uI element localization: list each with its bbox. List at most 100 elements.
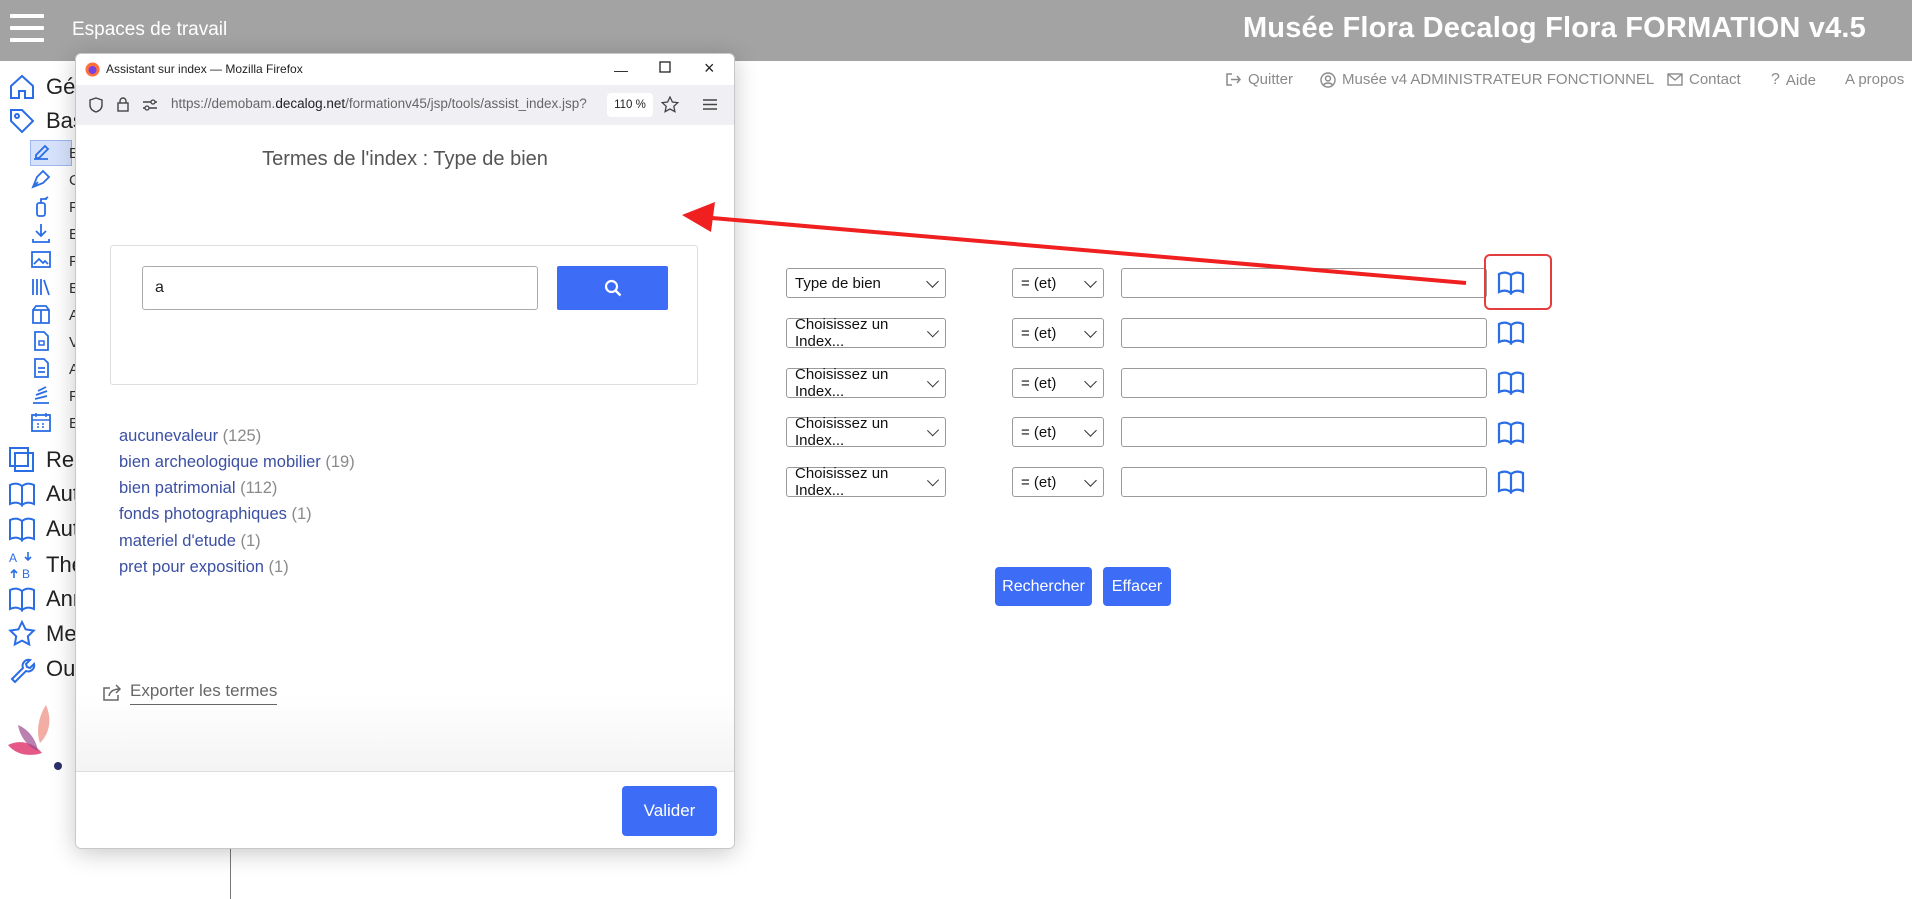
calendar-icon <box>31 413 51 432</box>
term-label: pret pour exposition <box>119 558 264 576</box>
sidebar-subitem-2[interactable] <box>30 168 56 190</box>
index-select-4[interactable]: Choisissez un Index... <box>786 415 946 449</box>
user-link[interactable]: Musée v4 ADMINISTRATEUR FONCTIONNEL <box>1320 71 1654 88</box>
sidebar-subitem-4[interactable] <box>30 222 56 244</box>
sidebar-subitem-9[interactable] <box>30 357 56 379</box>
url-text[interactable]: https://demobam.decalog.net/formationv45… <box>171 96 587 111</box>
index-assistant-button-5[interactable] <box>1497 470 1525 499</box>
index-assistant-window: Assistant sur index — Mozilla Firefox — … <box>75 53 735 849</box>
help-link[interactable]: ? Aide <box>1771 71 1816 89</box>
operator-select-2[interactable]: = (et) <box>1012 318 1104 348</box>
sidebar-item-tools[interactable]: Out <box>8 655 81 683</box>
workspaces-link[interactable]: Espaces de travail <box>72 19 227 41</box>
index-select-1[interactable]: Type de bien <box>786 268 946 298</box>
index-select-5[interactable]: Choisissez un Index... <box>786 465 946 499</box>
tag-icon <box>10 109 35 134</box>
contact-label: Contact <box>1689 71 1741 88</box>
operator-select-1[interactable]: = (et) <box>1012 268 1104 298</box>
footer-fade <box>76 694 734 771</box>
book-icon <box>1497 470 1525 495</box>
pen-icon <box>31 169 51 189</box>
term-link[interactable]: materiel d'etude (1) <box>119 532 261 551</box>
term-label: fonds photographiques <box>119 505 287 523</box>
term-link[interactable]: bien archeologique mobilier (19) <box>119 453 355 472</box>
index-assistant-button-4[interactable] <box>1497 421 1525 450</box>
value-field-1[interactable] <box>1121 268 1487 298</box>
logout-icon <box>1226 73 1241 86</box>
term-link[interactable]: bien patrimonial (112) <box>119 479 277 498</box>
registers-icon <box>9 447 34 472</box>
download-icon <box>32 224 50 243</box>
contact-link[interactable]: Contact <box>1667 71 1741 88</box>
image-icon <box>31 251 51 268</box>
term-link[interactable]: fonds photographiques (1) <box>119 505 312 524</box>
sidebar-subitem-3[interactable] <box>30 195 56 217</box>
chevron-down-icon <box>1084 473 1097 487</box>
index-select-value: Choisissez un Index... <box>795 366 889 400</box>
export-terms-link[interactable]: Exporter les termes <box>102 681 278 705</box>
export-icon <box>103 684 122 701</box>
sidebar-subitem-1[interactable] <box>30 141 56 163</box>
operator-select-value: = (et) <box>1021 374 1057 392</box>
minimize-icon[interactable]: — <box>614 62 628 78</box>
sidebar-subitem-6[interactable] <box>30 276 56 298</box>
term-link[interactable]: pret pour exposition (1) <box>119 558 289 577</box>
operator-select-4[interactable]: = (et) <box>1012 417 1104 447</box>
quit-label: Quitter <box>1248 71 1294 88</box>
sidebar-item-thesaurus[interactable]: A B The <box>8 550 84 580</box>
menu-icon[interactable] <box>703 99 717 110</box>
zoom-indicator[interactable]: 110 % <box>607 93 653 117</box>
book-icon <box>9 517 35 542</box>
video-file-icon <box>34 331 49 351</box>
about-link[interactable]: A propos <box>1845 71 1904 88</box>
value-field-3[interactable] <box>1121 368 1487 398</box>
flora-logo <box>8 705 62 770</box>
value-field-5[interactable] <box>1121 467 1487 497</box>
search-icon <box>604 279 621 297</box>
sidebar-item-authorities-2[interactable]: Aut <box>8 516 79 542</box>
sidebar-subitem-11[interactable] <box>30 411 56 433</box>
term-count: (1) <box>291 505 312 523</box>
term-link[interactable]: aucunevaleur (125) <box>119 427 261 446</box>
help-icon: ? <box>1771 71 1780 88</box>
validate-button[interactable]: Valider <box>622 786 717 836</box>
operator-select-3[interactable]: = (et) <box>1012 368 1104 398</box>
chevron-down-icon <box>1084 274 1097 288</box>
sidebar-item-annexes[interactable]: Ann <box>8 586 85 612</box>
permissions-icon[interactable] <box>142 99 158 111</box>
search-input[interactable] <box>142 266 538 310</box>
search-button[interactable] <box>557 266 668 310</box>
bookmark-star-icon[interactable] <box>661 96 679 113</box>
sidebar-subitem-8[interactable] <box>30 330 56 352</box>
home-icon <box>10 74 34 99</box>
clear-button[interactable]: Effacer <box>1103 567 1171 606</box>
value-field-4[interactable] <box>1121 417 1487 447</box>
value-field-2[interactable] <box>1121 318 1487 348</box>
star-icon <box>8 620 36 647</box>
library-icon <box>32 279 50 296</box>
app-title: Musée Flora Decalog Flora FORMATION v4.5 <box>1242 12 1866 44</box>
svg-text:B: B <box>22 567 30 580</box>
index-assistant-button-3[interactable] <box>1497 371 1525 400</box>
index-assistant-button-2[interactable] <box>1497 321 1525 350</box>
sidebar-subitem-7[interactable] <box>30 303 56 325</box>
sidebar-subitem-5[interactable] <box>30 249 56 271</box>
term-count: (125) <box>222 427 262 445</box>
search-panel <box>110 245 698 385</box>
search-button[interactable]: Rechercher <box>995 567 1092 606</box>
maximize-icon[interactable] <box>659 60 671 76</box>
sidebar-subitem-10[interactable] <box>30 384 56 406</box>
sidebar-item-authorities-1[interactable]: Aut <box>8 481 79 507</box>
url-bar[interactable]: https://demobam.decalog.net/formationv45… <box>76 85 734 125</box>
quit-link[interactable]: Quitter <box>1225 71 1293 88</box>
lock-icon[interactable] <box>117 97 129 112</box>
operator-select-5[interactable]: = (et) <box>1012 467 1104 497</box>
term-label: bien archeologique mobilier <box>119 453 321 471</box>
export-terms-label: Exporter les termes <box>130 681 278 705</box>
close-icon[interactable]: × <box>704 58 715 79</box>
shield-icon[interactable] <box>89 97 103 113</box>
index-select-2[interactable]: Choisissez un Index... <box>786 316 946 350</box>
index-select-3[interactable]: Choisissez un Index... <box>786 366 946 400</box>
sidebar-item-bases[interactable]: Bas <box>8 107 84 135</box>
menu-icon[interactable] <box>10 14 44 42</box>
